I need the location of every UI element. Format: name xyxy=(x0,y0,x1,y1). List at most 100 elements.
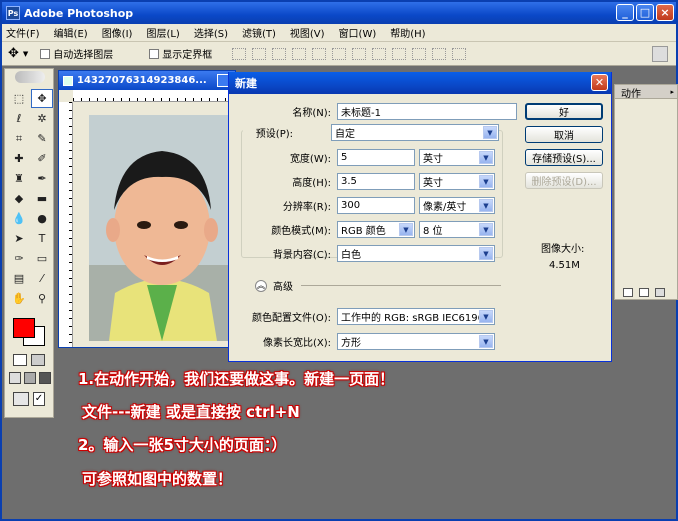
slice-tool-icon[interactable]: ✎ xyxy=(31,129,53,148)
path-selection-tool-icon[interactable]: ➤ xyxy=(8,229,30,248)
align-left-icon[interactable] xyxy=(292,47,307,60)
menu-edit[interactable]: 编辑(E) xyxy=(54,25,88,40)
delete-preset-button: 删除预设(D)... xyxy=(525,172,603,189)
distribute-bottom-icon[interactable] xyxy=(392,47,407,60)
panel-menu-icon[interactable]: ▸ xyxy=(670,88,674,96)
photoshop-window: Ps Adobe Photoshop _ □ × 文件(F) 编辑(E) 图像(… xyxy=(0,0,678,521)
background-contents-label: 背景内容(C): xyxy=(272,250,331,261)
menu-filter[interactable]: 滤镜(T) xyxy=(242,25,276,40)
horizontal-ruler xyxy=(73,90,235,102)
menu-file[interactable]: 文件(F) xyxy=(6,25,40,40)
magic-wand-tool-icon[interactable]: ✲ xyxy=(31,109,53,128)
menu-select[interactable]: 选择(S) xyxy=(194,25,228,40)
color-profile-select[interactable]: 工作中的 RGB: sRGB IEC6196... ▼ xyxy=(337,308,495,325)
align-bottom-icon[interactable] xyxy=(272,47,287,60)
menu-layer[interactable]: 图层(L) xyxy=(146,25,179,40)
history-brush-tool-icon[interactable]: ✒ xyxy=(31,169,53,188)
move-tool-icon[interactable]: ✥ xyxy=(31,89,53,108)
new-set-icon[interactable] xyxy=(623,288,633,297)
clone-stamp-tool-icon[interactable]: ♜ xyxy=(8,169,30,188)
quick-mask-mode-icon[interactable] xyxy=(31,354,45,366)
distribute-right-icon[interactable] xyxy=(452,47,467,60)
actions-panel-tab[interactable]: 动作 xyxy=(615,85,677,100)
align-middle-icon[interactable] xyxy=(252,47,267,60)
gradient-tool-icon[interactable]: ▬ xyxy=(31,189,53,208)
advanced-label: 高级 xyxy=(273,282,293,293)
type-tool-icon[interactable]: T xyxy=(31,229,53,248)
minimize-button[interactable]: _ xyxy=(616,4,634,21)
height-input[interactable]: 3.5 xyxy=(337,173,415,190)
ok-button[interactable]: 好 xyxy=(525,103,603,120)
screen-mode-full-icon[interactable] xyxy=(39,372,51,384)
eyedropper-tool-icon[interactable]: ⁄ xyxy=(31,269,53,288)
background-contents-select[interactable]: 白色 ▼ xyxy=(337,245,495,262)
move-tool-icon[interactable]: ✥ xyxy=(8,46,19,61)
height-unit-select[interactable]: 英寸 ▼ xyxy=(419,173,495,190)
marquee-tool-icon[interactable]: ⬚ xyxy=(8,89,30,108)
maximize-button[interactable]: □ xyxy=(636,4,654,21)
resolution-input[interactable]: 300 xyxy=(337,197,415,214)
menu-image[interactable]: 图像(I) xyxy=(102,25,133,40)
align-top-icon[interactable] xyxy=(232,47,247,60)
name-input[interactable]: 未标题-1 xyxy=(337,103,517,120)
new-action-icon[interactable] xyxy=(639,288,649,297)
preset-label: 预设(P): xyxy=(255,129,293,140)
width-input[interactable]: 5 xyxy=(337,149,415,166)
close-button[interactable]: × xyxy=(656,4,674,21)
annotation-line-4: 可参照如图中的数置！ xyxy=(82,470,233,488)
show-bounds-checkbox[interactable] xyxy=(149,48,160,59)
align-right-icon[interactable] xyxy=(332,47,347,60)
distribute-center-icon[interactable] xyxy=(432,47,447,60)
document-title: 14327076314923846... xyxy=(77,75,207,86)
blur-tool-icon[interactable]: 💧 xyxy=(8,209,30,228)
pixel-aspect-label: 像素长宽比(X): xyxy=(262,338,331,349)
bit-depth-select[interactable]: 8 位 ▼ xyxy=(419,221,495,238)
zoom-tool-icon[interactable]: ⚲ xyxy=(31,289,53,308)
crop-tool-icon[interactable]: ⌗ xyxy=(8,129,30,148)
distribute-middle-icon[interactable] xyxy=(372,47,387,60)
width-label: 宽度(W): xyxy=(289,154,331,165)
standard-mode-icon[interactable] xyxy=(13,354,27,366)
screen-mode-full-menu-icon[interactable] xyxy=(24,372,36,384)
align-buttons xyxy=(232,47,467,60)
resolution-unit-select[interactable]: 像素/英寸 ▼ xyxy=(419,197,495,214)
pen-tool-icon[interactable]: ✑ xyxy=(8,249,30,268)
distribute-top-icon[interactable] xyxy=(352,47,367,60)
chevron-down-icon: ▼ xyxy=(399,223,413,236)
delete-action-icon[interactable] xyxy=(655,288,665,297)
resolution-label: 分辨率(R): xyxy=(282,202,331,213)
jump-to-imageready-icon[interactable] xyxy=(13,392,29,406)
shape-tool-icon[interactable]: ▭ xyxy=(31,249,53,268)
toolbox-header-feather-icon xyxy=(15,71,45,83)
width-unit-select[interactable]: 英寸 ▼ xyxy=(419,149,495,166)
annotation-line-2: 文件---新建 或是直接按 ctrl+N xyxy=(82,403,300,421)
notes-tool-icon[interactable]: ▤ xyxy=(8,269,30,288)
menu-window[interactable]: 窗口(W) xyxy=(339,25,377,40)
dodge-tool-icon[interactable]: ● xyxy=(31,209,53,228)
save-preset-button[interactable]: 存储预设(S)... xyxy=(525,149,603,166)
tool-preset-dropdown-icon[interactable]: ▼ xyxy=(23,50,28,58)
align-center-icon[interactable] xyxy=(312,47,327,60)
healing-brush-tool-icon[interactable]: ✚ xyxy=(8,149,30,168)
lasso-tool-icon[interactable]: ℓ xyxy=(8,109,30,128)
show-bounds-label: 显示定界框 xyxy=(162,50,213,61)
color-swatches xyxy=(11,316,47,348)
hand-tool-icon[interactable]: ✋ xyxy=(8,289,30,308)
palette-well-icon[interactable] xyxy=(652,46,668,62)
eraser-tool-icon[interactable]: ◆ xyxy=(8,189,30,208)
auto-select-checkbox[interactable] xyxy=(40,48,51,59)
toolbox: ⬚ ✥ ℓ ✲ ⌗ ✎ ✚ ✐ ♜ ✒ ◆ ▬ 💧 ● ➤ T ✑ ▭ ▤ ⁄ … xyxy=(4,68,54,418)
dialog-close-button[interactable]: ✕ xyxy=(591,74,608,91)
preset-select[interactable]: 自定 ▼ xyxy=(331,124,499,141)
brush-tool-icon[interactable]: ✐ xyxy=(31,149,53,168)
menu-view[interactable]: 视图(V) xyxy=(290,25,325,40)
foreground-color-swatch[interactable] xyxy=(13,318,35,338)
menu-help[interactable]: 帮助(H) xyxy=(390,25,425,40)
distribute-left-icon[interactable] xyxy=(412,47,427,60)
screen-mode-standard-icon[interactable] xyxy=(9,372,21,384)
cancel-button[interactable]: 取消 xyxy=(525,126,603,143)
annotation-line-3: 2。输入一张5寸大小的页面：） xyxy=(78,436,287,454)
checkbox-tool-icon[interactable]: ✓ xyxy=(33,392,45,406)
color-mode-select[interactable]: RGB 颜色 ▼ xyxy=(337,221,415,238)
advanced-toggle-icon[interactable]: ︽ xyxy=(255,279,267,292)
